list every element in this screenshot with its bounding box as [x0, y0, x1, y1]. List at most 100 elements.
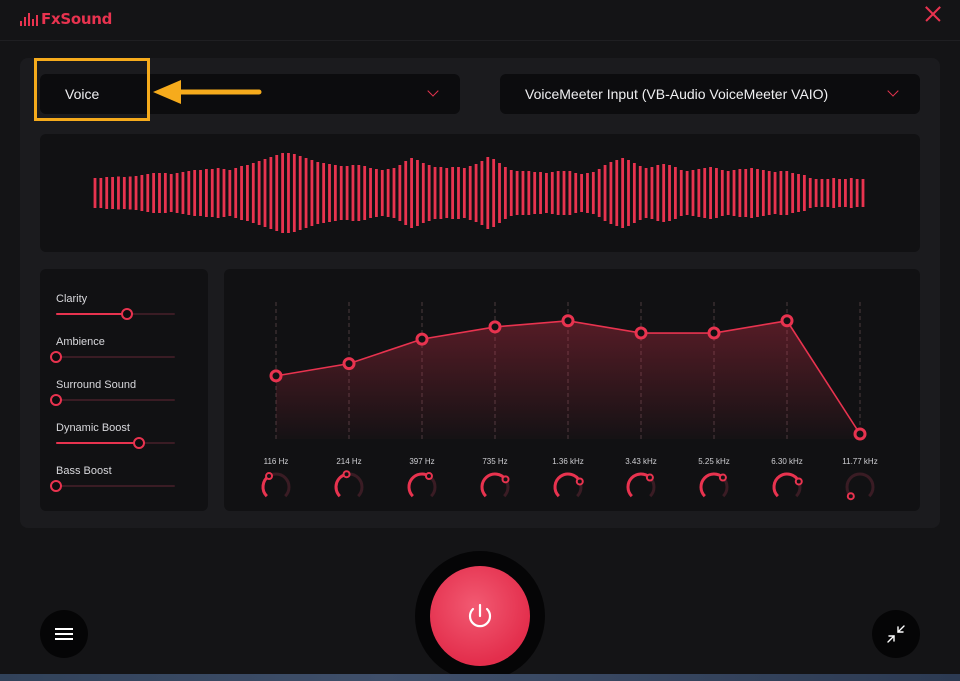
- eq-band-handle[interactable]: [561, 314, 575, 328]
- visualizer-bar: [187, 171, 191, 215]
- visualizer-bar: [802, 175, 806, 211]
- visualizer-bar: [421, 163, 425, 223]
- visualizer-bar: [199, 170, 202, 216]
- eq-band-handle[interactable]: [853, 427, 867, 441]
- visualizer-bar: [580, 174, 583, 212]
- eq-band-label: 214 Hz: [336, 457, 362, 466]
- visualizer-bar: [287, 153, 290, 233]
- visualizer-bar: [410, 158, 413, 228]
- visualizer-bar: [140, 175, 144, 211]
- visualizer-bar: [117, 176, 120, 210]
- eq-band-label: 3.43 kHz: [625, 457, 657, 466]
- visualizer-bar: [240, 166, 243, 220]
- eq-band-handle[interactable]: [488, 320, 502, 334]
- effect-slider-thumb[interactable]: [49, 394, 62, 406]
- visualizer-bar: [281, 153, 285, 233]
- visualizer-bar: [709, 167, 712, 219]
- visualizer-bar: [650, 167, 654, 219]
- menu-button[interactable]: [40, 610, 88, 658]
- chevron-down-icon: [427, 85, 439, 97]
- power-button[interactable]: [430, 566, 530, 666]
- visualizer-bar: [257, 161, 261, 225]
- eq-knob-indicator[interactable]: [424, 472, 433, 481]
- visualizer-bar: [328, 164, 331, 222]
- visualizer-bar: [574, 173, 578, 213]
- eq-knob-indicator[interactable]: [846, 492, 855, 501]
- eq-knob-indicator[interactable]: [265, 472, 274, 481]
- visualizer-bar: [814, 179, 818, 207]
- visualizer-bar: [204, 169, 208, 217]
- close-icon[interactable]: [922, 3, 944, 25]
- eq-knob-indicator[interactable]: [342, 470, 351, 479]
- visualizer-bar: [404, 161, 408, 225]
- effect-slider-fill: [56, 442, 140, 444]
- effect-slider[interactable]: [49, 480, 175, 492]
- eq-band-handle[interactable]: [707, 326, 721, 340]
- visualizer-bar: [128, 176, 132, 210]
- visualizer-bar: [750, 168, 754, 218]
- visualizer-bar: [761, 170, 765, 216]
- visualizer-bar: [310, 160, 314, 226]
- visualizer-bar: [480, 161, 484, 225]
- visualizer-bar: [445, 168, 449, 218]
- eq-knob-indicator[interactable]: [645, 473, 654, 482]
- visualizer-bar: [509, 170, 513, 216]
- eq-knob-indicator[interactable]: [794, 477, 803, 486]
- visualizer-bar: [163, 173, 167, 213]
- effect-slider[interactable]: [49, 351, 175, 363]
- output-device-value: VoiceMeeter Input (VB-Audio VoiceMeeter …: [525, 86, 829, 102]
- app-title: FxSound: [41, 10, 113, 28]
- effect-slider-thumb[interactable]: [120, 308, 133, 320]
- effect-slider[interactable]: [56, 437, 175, 449]
- visualizer-bar: [562, 171, 566, 215]
- visualizer-bar: [838, 179, 841, 207]
- visualizer-bar: [568, 171, 572, 215]
- eq-band-handle[interactable]: [634, 326, 648, 340]
- eq-band-handle[interactable]: [342, 357, 356, 371]
- logo-bars-icon: [20, 12, 38, 26]
- eq-band-handle[interactable]: [780, 314, 794, 328]
- effect-slider[interactable]: [56, 308, 175, 320]
- visualizer-bar: [615, 160, 619, 226]
- eq-knob-indicator[interactable]: [718, 473, 727, 482]
- visualizer-bar: [474, 164, 478, 222]
- visualizer-bar: [861, 179, 865, 207]
- visualizer-bar: [351, 165, 355, 221]
- visualizer-bar: [193, 170, 197, 216]
- visualizer-bar: [462, 168, 466, 218]
- effect-label: Surround Sound: [56, 379, 137, 391]
- output-device-dropdown[interactable]: VoiceMeeter Input (VB-Audio VoiceMeeter …: [500, 74, 920, 114]
- visualizer-bar: [503, 167, 507, 219]
- visualizer-bar: [533, 172, 537, 214]
- shrink-window-button[interactable]: [872, 610, 920, 658]
- visualizer-bar: [732, 170, 736, 216]
- visualizer-bar: [773, 172, 777, 214]
- visualizer-bar: [386, 169, 390, 217]
- visualizer-bar: [398, 165, 402, 221]
- effect-slider-thumb[interactable]: [132, 437, 145, 449]
- visualizer-bar: [333, 165, 337, 221]
- effect-slider-thumb[interactable]: [49, 480, 62, 492]
- visualizer-bar: [304, 158, 308, 228]
- visualizer-bar: [826, 179, 830, 207]
- visualizer-bar: [292, 154, 296, 232]
- visualizer-bar: [152, 173, 156, 213]
- eq-band-label: 6.30 kHz: [771, 457, 803, 466]
- visualizer-bar: [486, 157, 490, 229]
- eq-band-handle[interactable]: [415, 332, 429, 346]
- visualizer-bar: [556, 171, 560, 215]
- effect-slider-thumb[interactable]: [49, 351, 62, 363]
- eq-band-handle[interactable]: [269, 369, 283, 383]
- effect-label: Clarity: [56, 293, 88, 305]
- visualizer-bar: [638, 166, 642, 220]
- eq-knob-indicator[interactable]: [501, 475, 510, 484]
- visualizer-bar: [515, 171, 519, 215]
- visualizer-bar: [679, 170, 683, 216]
- visualizer-bar: [339, 166, 343, 220]
- effect-slider[interactable]: [49, 394, 175, 406]
- eq-knob-indicator[interactable]: [575, 477, 584, 486]
- visualizer-bar: [586, 173, 589, 213]
- title-bar: FxSound: [0, 0, 960, 41]
- effect-label: Ambience: [56, 336, 105, 348]
- visualizer-bar: [691, 170, 695, 216]
